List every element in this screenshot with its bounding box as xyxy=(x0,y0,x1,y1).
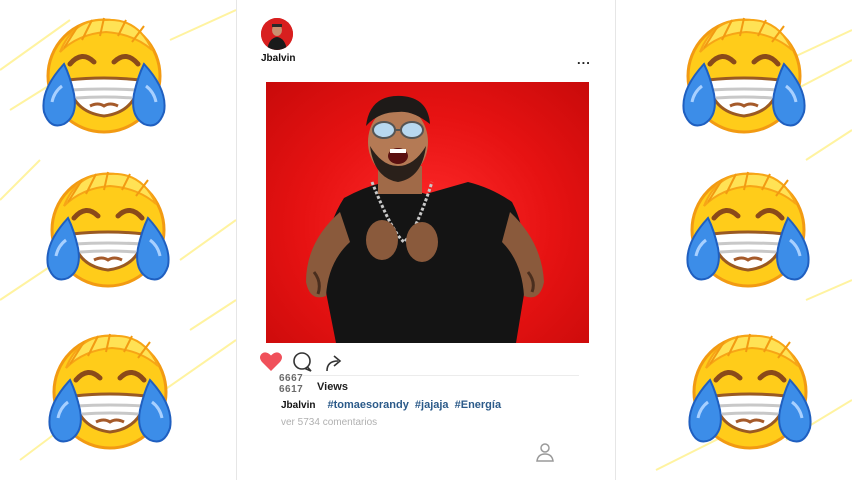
share-icon[interactable] xyxy=(323,351,345,373)
instagram-post-card: Jbalvin ... 6667 6617 Views Jbalvin #tom… xyxy=(236,0,616,480)
laughing-crying-emoji-icon xyxy=(674,12,814,142)
laughing-crying-emoji-icon xyxy=(680,328,820,458)
post-caption: Jbalvin #tomaesorandy #jajaja #Energía xyxy=(281,399,504,411)
more-options-icon[interactable]: ... xyxy=(577,52,591,67)
views-label: Views xyxy=(317,381,348,393)
view-comments-link[interactable]: ver 5734 comentarios xyxy=(281,417,377,428)
laughing-crying-emoji-icon xyxy=(38,166,178,296)
views-number: 6667 xyxy=(279,373,304,384)
laughing-crying-emoji-icon xyxy=(678,166,818,296)
laughing-crying-emoji-icon xyxy=(34,12,174,142)
views-number: 6617 xyxy=(279,384,304,395)
left-emoji-panel xyxy=(0,0,236,480)
post-image xyxy=(266,82,589,343)
heart-icon[interactable] xyxy=(259,351,283,373)
caption-username[interactable]: Jbalvin xyxy=(281,400,315,411)
right-emoji-panel xyxy=(616,0,852,480)
views-counter: 6667 6617 Views xyxy=(279,373,399,399)
post-username[interactable]: Jbalvin xyxy=(261,53,295,64)
avatar[interactable] xyxy=(261,18,293,50)
person-illustration xyxy=(306,95,544,343)
post-actions xyxy=(259,351,599,375)
comment-icon[interactable] xyxy=(291,351,313,373)
avatar-image xyxy=(261,18,293,50)
profile-icon[interactable] xyxy=(535,442,555,462)
hashtag-link[interactable]: #jajaja xyxy=(415,399,449,411)
hashtag-link[interactable]: #Energía xyxy=(455,399,501,411)
laughing-crying-emoji-icon xyxy=(40,328,180,458)
hashtag-link[interactable]: #tomaesorandy xyxy=(328,399,409,411)
